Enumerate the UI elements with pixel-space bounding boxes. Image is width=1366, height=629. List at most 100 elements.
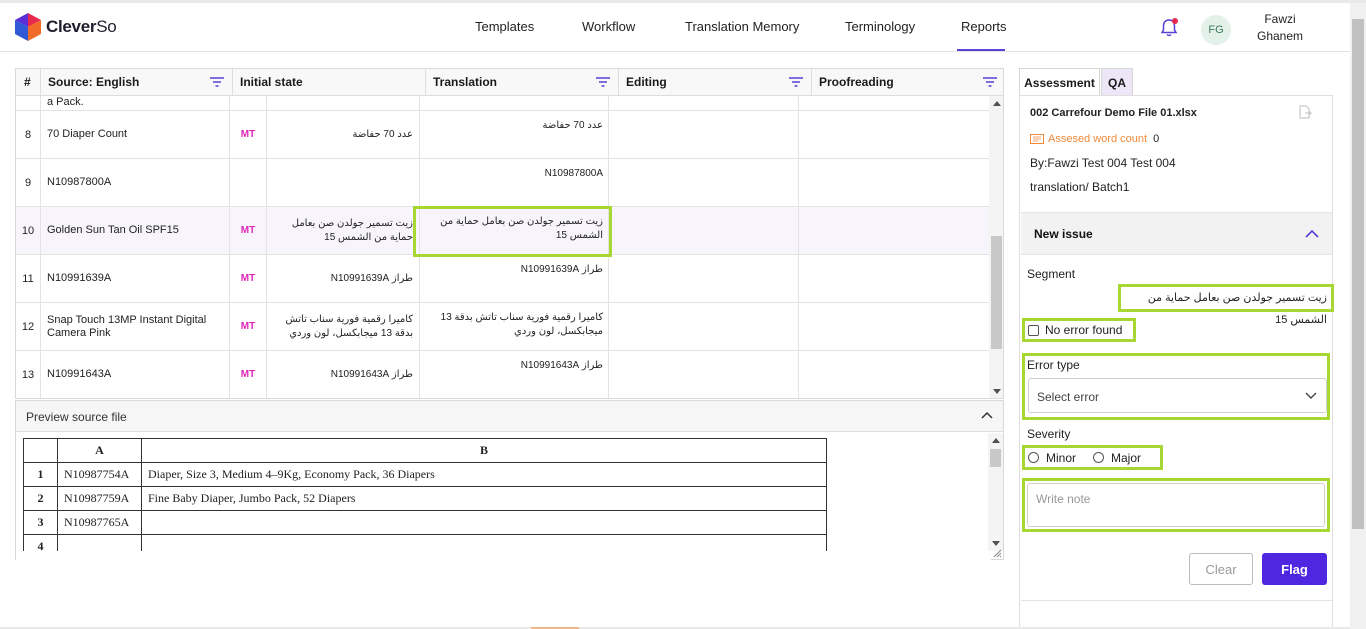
- filter-icon[interactable]: [789, 77, 803, 87]
- table-row[interactable]: 12 Snap Touch 13MP Instant Digital Camer…: [16, 303, 989, 351]
- table-row-partial[interactable]: a Pack.: [16, 96, 989, 111]
- sheet-corner: [23, 438, 58, 463]
- logo[interactable]: CleverSo: [14, 12, 117, 42]
- chevron-up-icon[interactable]: [981, 411, 993, 419]
- panel-divider: [1021, 600, 1332, 601]
- logo-text: CleverSo: [46, 17, 117, 36]
- flag-button[interactable]: Flag: [1262, 553, 1327, 585]
- checkbox-icon[interactable]: [1028, 324, 1039, 336]
- cell-editing[interactable]: [609, 255, 799, 302]
- nav-active-underline: [957, 49, 1005, 51]
- grid-scrollbar[interactable]: [989, 96, 1003, 398]
- sheet-header-row: A B: [23, 438, 827, 463]
- note-group: [1022, 478, 1330, 532]
- cell-initial: طراز N10991643A: [267, 351, 420, 398]
- cell-editing[interactable]: [609, 111, 799, 158]
- cell-source: 70 Diaper Count: [41, 111, 230, 158]
- cell-proofreading[interactable]: [799, 159, 989, 206]
- chevron-down-icon: [1305, 392, 1317, 399]
- filter-icon[interactable]: [210, 77, 224, 87]
- scroll-down-arrow-icon[interactable]: [993, 389, 1001, 394]
- cell-proofreading[interactable]: [799, 303, 989, 350]
- sheet-row-number: 2: [23, 486, 58, 511]
- new-issue-header[interactable]: New issue: [1021, 212, 1332, 255]
- assessment-panel: Assessment QA 002 Carrefour Demo File 01…: [1019, 68, 1334, 628]
- table-row[interactable]: 8 70 Diaper Count MT عدد 70 حفاضة عدد 70…: [16, 111, 989, 159]
- cell-translation[interactable]: طراز N10991643A: [420, 351, 609, 398]
- cell-proofreading[interactable]: [799, 351, 989, 398]
- table-row[interactable]: 13 N10991643A MT طراز N10991643A طراز N1…: [16, 351, 989, 398]
- avatar[interactable]: FG: [1201, 15, 1231, 45]
- cell-editing[interactable]: [609, 96, 799, 110]
- severity-minor-label[interactable]: Minor: [1046, 451, 1076, 465]
- cell-state: [230, 159, 267, 206]
- segment-label: Segment: [1027, 267, 1076, 281]
- preview-scroll-thumb[interactable]: [990, 449, 1001, 467]
- col-header-translation-label: Translation: [433, 75, 498, 89]
- col-header-number: #: [16, 69, 41, 96]
- preview-scrollbar[interactable]: [988, 433, 1003, 551]
- cell-source: Golden Sun Tan Oil SPF15: [41, 207, 230, 254]
- cell-proofreading[interactable]: [799, 111, 989, 158]
- cell-proofreading[interactable]: [799, 96, 989, 110]
- cell-translation[interactable]: زيت تسمير جولدن صن بعامل حماية من الشمس …: [420, 207, 609, 254]
- clear-button[interactable]: Clear: [1189, 553, 1253, 585]
- preview-header[interactable]: Preview source file: [16, 401, 1003, 432]
- word-count-icon: [1030, 134, 1044, 144]
- cell-editing[interactable]: [609, 351, 799, 398]
- page-scrollbar[interactable]: [1350, 3, 1366, 629]
- col-header-source[interactable]: Source: English: [41, 69, 233, 96]
- cell-translation[interactable]: عدد 70 حفاضة: [420, 111, 609, 158]
- cell-translation[interactable]: [420, 96, 609, 110]
- cell-proofreading[interactable]: [799, 255, 989, 302]
- error-type-select[interactable]: Select error: [1028, 378, 1327, 413]
- cell-translation[interactable]: كاميرا رقمية فورية سناب تاتش بدقة 13 ميج…: [420, 303, 609, 350]
- cell-translation[interactable]: طراز N10991639A: [420, 255, 609, 302]
- filter-icon[interactable]: [596, 77, 610, 87]
- cell-editing[interactable]: [609, 207, 799, 254]
- page-scroll-thumb[interactable]: [1352, 19, 1364, 529]
- cell-editing[interactable]: [609, 159, 799, 206]
- tab-qa[interactable]: QA: [1101, 68, 1133, 96]
- cell-translation[interactable]: N10987800A: [420, 159, 609, 206]
- nav-templates[interactable]: Templates: [475, 19, 534, 34]
- note-input[interactable]: [1027, 483, 1325, 527]
- scroll-down-arrow-icon[interactable]: [992, 541, 1000, 546]
- nav-reports[interactable]: Reports: [961, 19, 1007, 34]
- grid-body[interactable]: a Pack. 8 70 Diaper Count MT عدد 70 حفاض…: [16, 96, 989, 398]
- cell-initial: [267, 96, 420, 110]
- new-issue-title: New issue: [1034, 227, 1093, 241]
- nav-translation-memory[interactable]: Translation Memory: [685, 19, 799, 34]
- chevron-up-icon[interactable]: [1305, 229, 1319, 238]
- severity-minor-radio[interactable]: [1028, 452, 1039, 463]
- nav-terminology[interactable]: Terminology: [845, 19, 915, 34]
- notification-bell-icon[interactable]: [1159, 17, 1179, 39]
- nav-workflow[interactable]: Workflow: [582, 19, 635, 34]
- sheet-cell-a: N10987754A: [57, 462, 142, 487]
- cell-num: 11: [16, 255, 41, 302]
- cell-state: MT: [230, 255, 267, 302]
- table-row[interactable]: 11 N10991639A MT طراز N10991639A طراز N1…: [16, 255, 989, 303]
- table-row[interactable]: 9 N10987800A N10987800A: [16, 159, 989, 207]
- scroll-up-arrow-icon[interactable]: [993, 101, 1001, 106]
- no-error-checkbox[interactable]: No error found: [1022, 318, 1136, 342]
- scroll-up-arrow-icon[interactable]: [992, 438, 1000, 443]
- user-last-name: Ghanem: [1256, 29, 1304, 43]
- user-name[interactable]: Fawzi Ghanem: [1252, 11, 1308, 45]
- severity-major-radio[interactable]: [1093, 452, 1105, 463]
- cell-editing[interactable]: [609, 303, 799, 350]
- cell-source: Snap Touch 13MP Instant Digital Camera P…: [41, 303, 230, 350]
- tab-assessment[interactable]: Assessment: [1019, 68, 1100, 96]
- grid-scroll-thumb[interactable]: [991, 236, 1002, 349]
- export-file-icon[interactable]: [1298, 105, 1312, 119]
- col-header-proofreading[interactable]: Proofreading: [812, 69, 1003, 96]
- col-header-editing[interactable]: Editing: [619, 69, 812, 96]
- table-row-selected[interactable]: 10 Golden Sun Tan Oil SPF15 MT زيت تسمير…: [16, 207, 989, 255]
- cell-proofreading[interactable]: [799, 207, 989, 254]
- col-header-translation[interactable]: Translation: [426, 69, 619, 96]
- severity-label: Severity: [1027, 427, 1071, 441]
- resize-grip-icon[interactable]: [993, 549, 1002, 558]
- filter-icon[interactable]: [983, 77, 997, 87]
- cell-num: 12: [16, 303, 41, 350]
- severity-major-label[interactable]: Major: [1111, 451, 1141, 465]
